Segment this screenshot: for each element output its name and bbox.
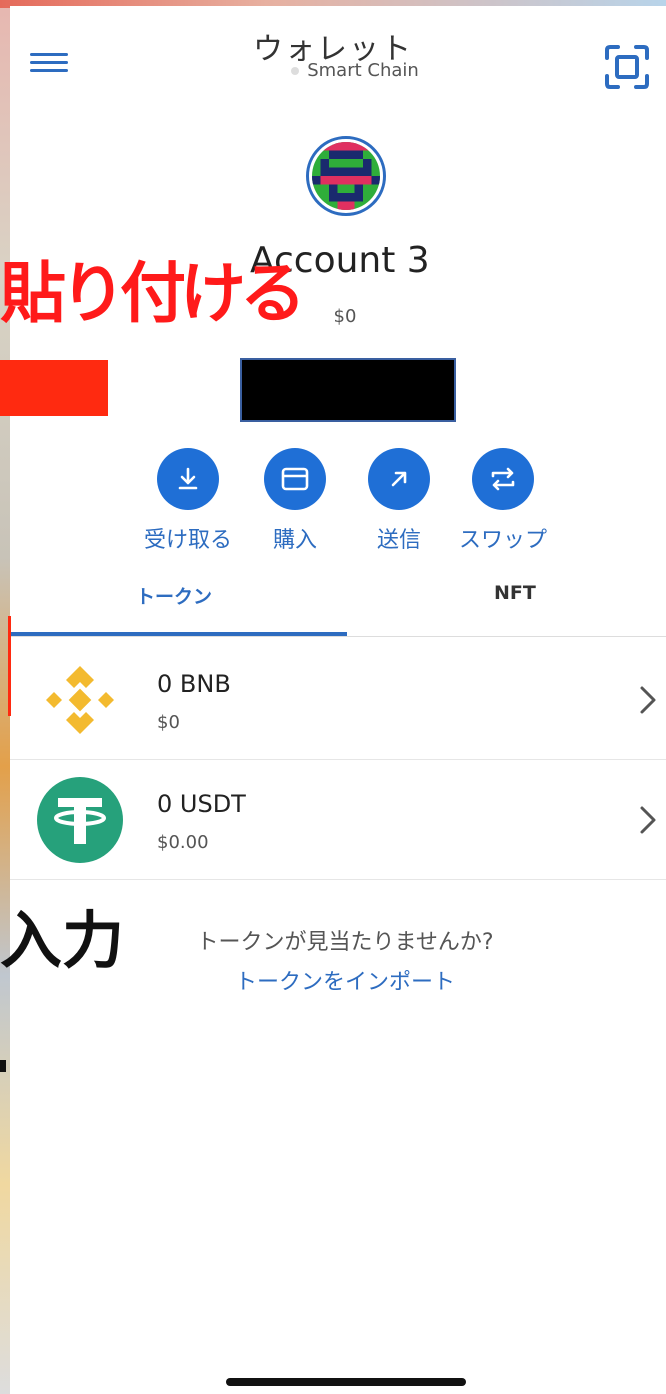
chevron-right-icon	[638, 684, 658, 716]
token-row-usdt[interactable]: 0 USDT $0.00	[10, 760, 666, 880]
overlay-mark	[0, 1060, 6, 1072]
avatar[interactable]	[306, 136, 386, 216]
swap-label: スワップ	[458, 528, 547, 553]
token-row-bnb[interactable]: 0 BNB $0	[10, 640, 666, 760]
card-icon	[264, 448, 326, 510]
send-label: 送信	[376, 528, 421, 553]
swap-icon	[472, 448, 534, 510]
receive-label: 受け取る	[143, 528, 232, 553]
token-amount: 0 BNB	[157, 670, 231, 698]
tab-divider	[10, 636, 666, 637]
bnb-logo-icon	[36, 656, 124, 744]
overlay-red-line	[8, 616, 11, 716]
buy-label: 購入	[272, 528, 317, 553]
network-status-dot	[291, 67, 300, 75]
receive-button[interactable]: 受け取る	[138, 448, 238, 554]
send-button[interactable]: 送信	[349, 448, 449, 554]
usdt-logo-icon	[36, 776, 124, 864]
network-name: Smart Chain	[307, 60, 419, 81]
network-label[interactable]: Smart Chain	[0, 60, 666, 81]
overlay-input-annotation: 入力	[0, 904, 125, 977]
download-icon	[157, 448, 219, 510]
overlay-red-bar	[0, 360, 108, 416]
tab-tokens[interactable]: トークン	[136, 582, 212, 609]
swap-button[interactable]: スワップ	[453, 448, 553, 554]
home-indicator[interactable]	[226, 1378, 466, 1386]
send-arrow-icon	[368, 448, 430, 510]
overlay-paste-annotation: 貼り付ける	[0, 255, 306, 332]
token-fiat-value: $0	[157, 712, 180, 733]
qr-scan-icon[interactable]	[604, 44, 650, 90]
buy-button[interactable]: 購入	[245, 448, 345, 554]
chevron-right-icon	[638, 804, 658, 836]
address-redaction	[240, 358, 456, 422]
token-amount: 0 USDT	[157, 790, 246, 818]
tab-nft[interactable]: NFT	[494, 582, 536, 604]
token-fiat-value: $0.00	[157, 832, 209, 853]
